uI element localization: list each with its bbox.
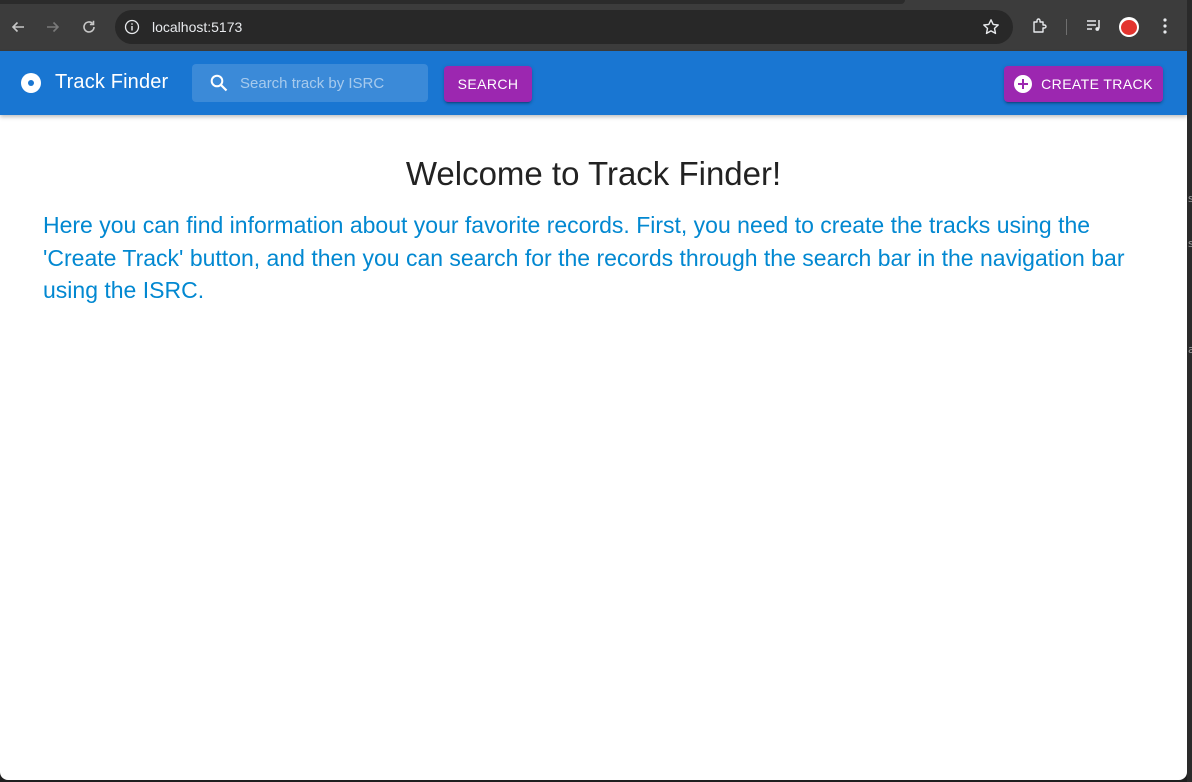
search-input[interactable]: [240, 64, 420, 102]
search-button[interactable]: SEARCH: [444, 66, 532, 102]
browser-window: localhost:5173 Track Finder SEARCH: [0, 0, 1187, 780]
media-controls-icon[interactable]: [1084, 16, 1104, 36]
profile-avatar[interactable]: [1119, 17, 1139, 37]
create-track-button[interactable]: CREATE TRACK: [1004, 66, 1163, 102]
album-icon: [21, 73, 41, 93]
tab-strip: [0, 0, 905, 4]
info-icon[interactable]: [124, 19, 140, 35]
app-title: Track Finder: [55, 71, 169, 93]
app-bar: Track Finder SEARCH CREATE TRACK: [0, 51, 1187, 115]
add-circle-icon: [1014, 75, 1033, 93]
menu-kebab-icon[interactable]: [1155, 16, 1175, 36]
back-icon[interactable]: [5, 14, 31, 40]
url-text[interactable]: localhost:5173: [152, 19, 242, 35]
create-track-label: CREATE TRACK: [1041, 76, 1153, 92]
extensions-icon[interactable]: [1030, 16, 1050, 36]
main-content: Welcome to Track Finder! Here you can fi…: [0, 115, 1187, 780]
intro-text: Here you can find information about your…: [43, 212, 1125, 303]
search-icon: [209, 73, 229, 93]
reload-icon[interactable]: [76, 14, 102, 40]
background-window-edge: s s a: [1187, 0, 1192, 782]
page-title: Welcome to Track Finder!: [405, 155, 782, 192]
bookmark-star-icon[interactable]: [981, 17, 1001, 37]
address-bar[interactable]: localhost:5173: [115, 10, 1013, 44]
forward-icon[interactable]: [40, 14, 66, 40]
toolbar-divider: [1066, 19, 1067, 35]
search-box[interactable]: [192, 64, 428, 102]
browser-toolbar: localhost:5173: [0, 0, 1187, 51]
